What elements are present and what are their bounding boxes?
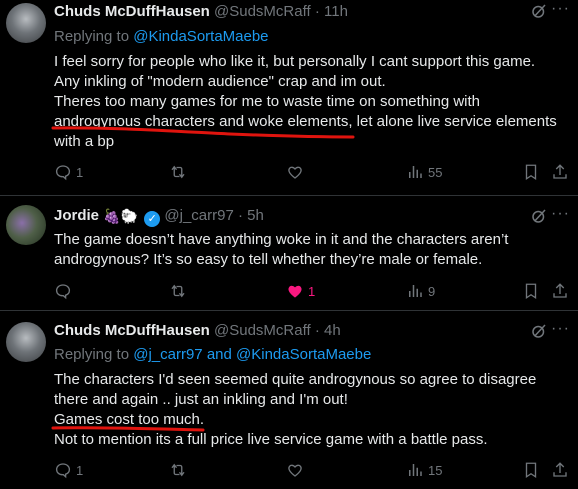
bookmark-icon xyxy=(525,283,537,300)
repost-button[interactable] xyxy=(169,162,191,182)
share-icon xyxy=(553,164,567,179)
views-button[interactable]: 15 xyxy=(406,460,442,480)
verified-badge-icon: ✓ xyxy=(144,211,161,227)
tweet-3[interactable]: Chuds McDuffHausen @SudsMcRaff · 4h ··· … xyxy=(0,320,578,489)
tweet-1[interactable]: Chuds McDuffHausen @SudsMcRaff · 11h ···… xyxy=(0,0,578,195)
grok-icon[interactable] xyxy=(530,2,548,20)
divider xyxy=(0,310,578,311)
bookmark-button[interactable] xyxy=(522,162,540,182)
share-button[interactable] xyxy=(551,281,569,301)
repost-button[interactable] xyxy=(169,460,191,480)
author-name[interactable]: Chuds McDuffHausen xyxy=(54,3,210,20)
bookmark-button[interactable] xyxy=(522,281,540,301)
views-button[interactable]: 9 xyxy=(406,281,435,301)
tweet-text: The game doesn’t have anything woke in i… xyxy=(54,231,509,268)
divider xyxy=(0,195,578,196)
timestamp[interactable]: · 5h xyxy=(238,207,264,224)
tweet-2[interactable]: Jordie 🍇🐑 ✓ @j_carr97 · 5h ··· The game … xyxy=(0,205,578,308)
like-button[interactable] xyxy=(286,162,308,182)
views-button[interactable]: 55 xyxy=(406,162,442,182)
replying-to: Replying to @j_carr97 and @KindaSortaMae… xyxy=(54,346,372,363)
like-icon xyxy=(288,166,302,179)
bookmark-icon xyxy=(525,164,537,181)
bookmark-icon xyxy=(525,462,537,479)
timestamp[interactable]: · 4h xyxy=(315,322,341,339)
reply-count: 1 xyxy=(76,164,84,180)
views-icon xyxy=(409,285,422,297)
view-count: 15 xyxy=(428,462,443,478)
repost-button[interactable] xyxy=(169,281,191,301)
replying-to: Replying to @KindaSortaMaebe xyxy=(54,28,269,45)
author-handle[interactable]: @SudsMcRaff xyxy=(214,3,311,20)
tweet-text: The characters I'd seen seemed quite and… xyxy=(54,371,537,448)
reply-icon xyxy=(55,165,71,181)
tweet-text: I feel sorry for people who like it, but… xyxy=(54,53,557,150)
like-button[interactable]: 1 xyxy=(286,281,315,301)
mention-link[interactable]: @KindaSortaMaebe xyxy=(236,346,371,363)
bookmark-button[interactable] xyxy=(522,460,540,480)
sheep-emoji: 🐑 xyxy=(120,208,139,224)
author-handle[interactable]: @j_carr97 xyxy=(164,207,233,224)
author-name[interactable]: Jordie xyxy=(54,207,99,224)
like-button[interactable] xyxy=(286,460,308,480)
repost-icon xyxy=(171,165,185,179)
reply-button[interactable]: 1 xyxy=(54,460,83,480)
action-bar: 1 55 xyxy=(54,162,570,182)
avatar[interactable] xyxy=(6,205,46,245)
reply-count: 1 xyxy=(76,462,84,478)
timestamp[interactable]: · 11h xyxy=(315,3,348,20)
repost-icon xyxy=(171,284,185,298)
author-handle[interactable]: @SudsMcRaff xyxy=(214,322,311,339)
like-count: 1 xyxy=(308,283,316,299)
share-button[interactable] xyxy=(551,460,569,480)
grok-icon[interactable] xyxy=(530,207,548,225)
views-icon xyxy=(409,166,422,178)
repost-icon xyxy=(171,463,185,477)
mention-link[interactable]: @j_carr97 xyxy=(133,346,202,363)
more-icon[interactable]: ··· xyxy=(551,320,570,338)
action-bar: 1 15 xyxy=(54,460,570,480)
avatar[interactable] xyxy=(6,322,46,362)
share-icon xyxy=(553,283,567,298)
action-bar: 1 9 xyxy=(54,281,570,301)
grapes-emoji: 🍇 xyxy=(103,208,121,224)
author-name[interactable]: Chuds McDuffHausen xyxy=(54,322,210,339)
more-icon[interactable]: ··· xyxy=(551,0,570,18)
view-count: 55 xyxy=(428,164,443,180)
views-icon xyxy=(409,464,422,476)
like-icon xyxy=(288,285,302,298)
avatar[interactable] xyxy=(6,3,46,43)
reply-icon xyxy=(55,463,71,479)
more-icon[interactable]: ··· xyxy=(551,205,570,223)
reply-button[interactable]: 1 xyxy=(54,162,83,182)
view-count: 9 xyxy=(428,283,436,299)
grok-icon[interactable] xyxy=(530,322,548,340)
like-icon xyxy=(288,464,302,477)
reply-button[interactable] xyxy=(54,281,76,301)
reply-icon xyxy=(55,284,71,300)
share-icon xyxy=(553,462,567,477)
mention-link[interactable]: @KindaSortaMaebe xyxy=(133,28,268,45)
share-button[interactable] xyxy=(551,162,569,182)
